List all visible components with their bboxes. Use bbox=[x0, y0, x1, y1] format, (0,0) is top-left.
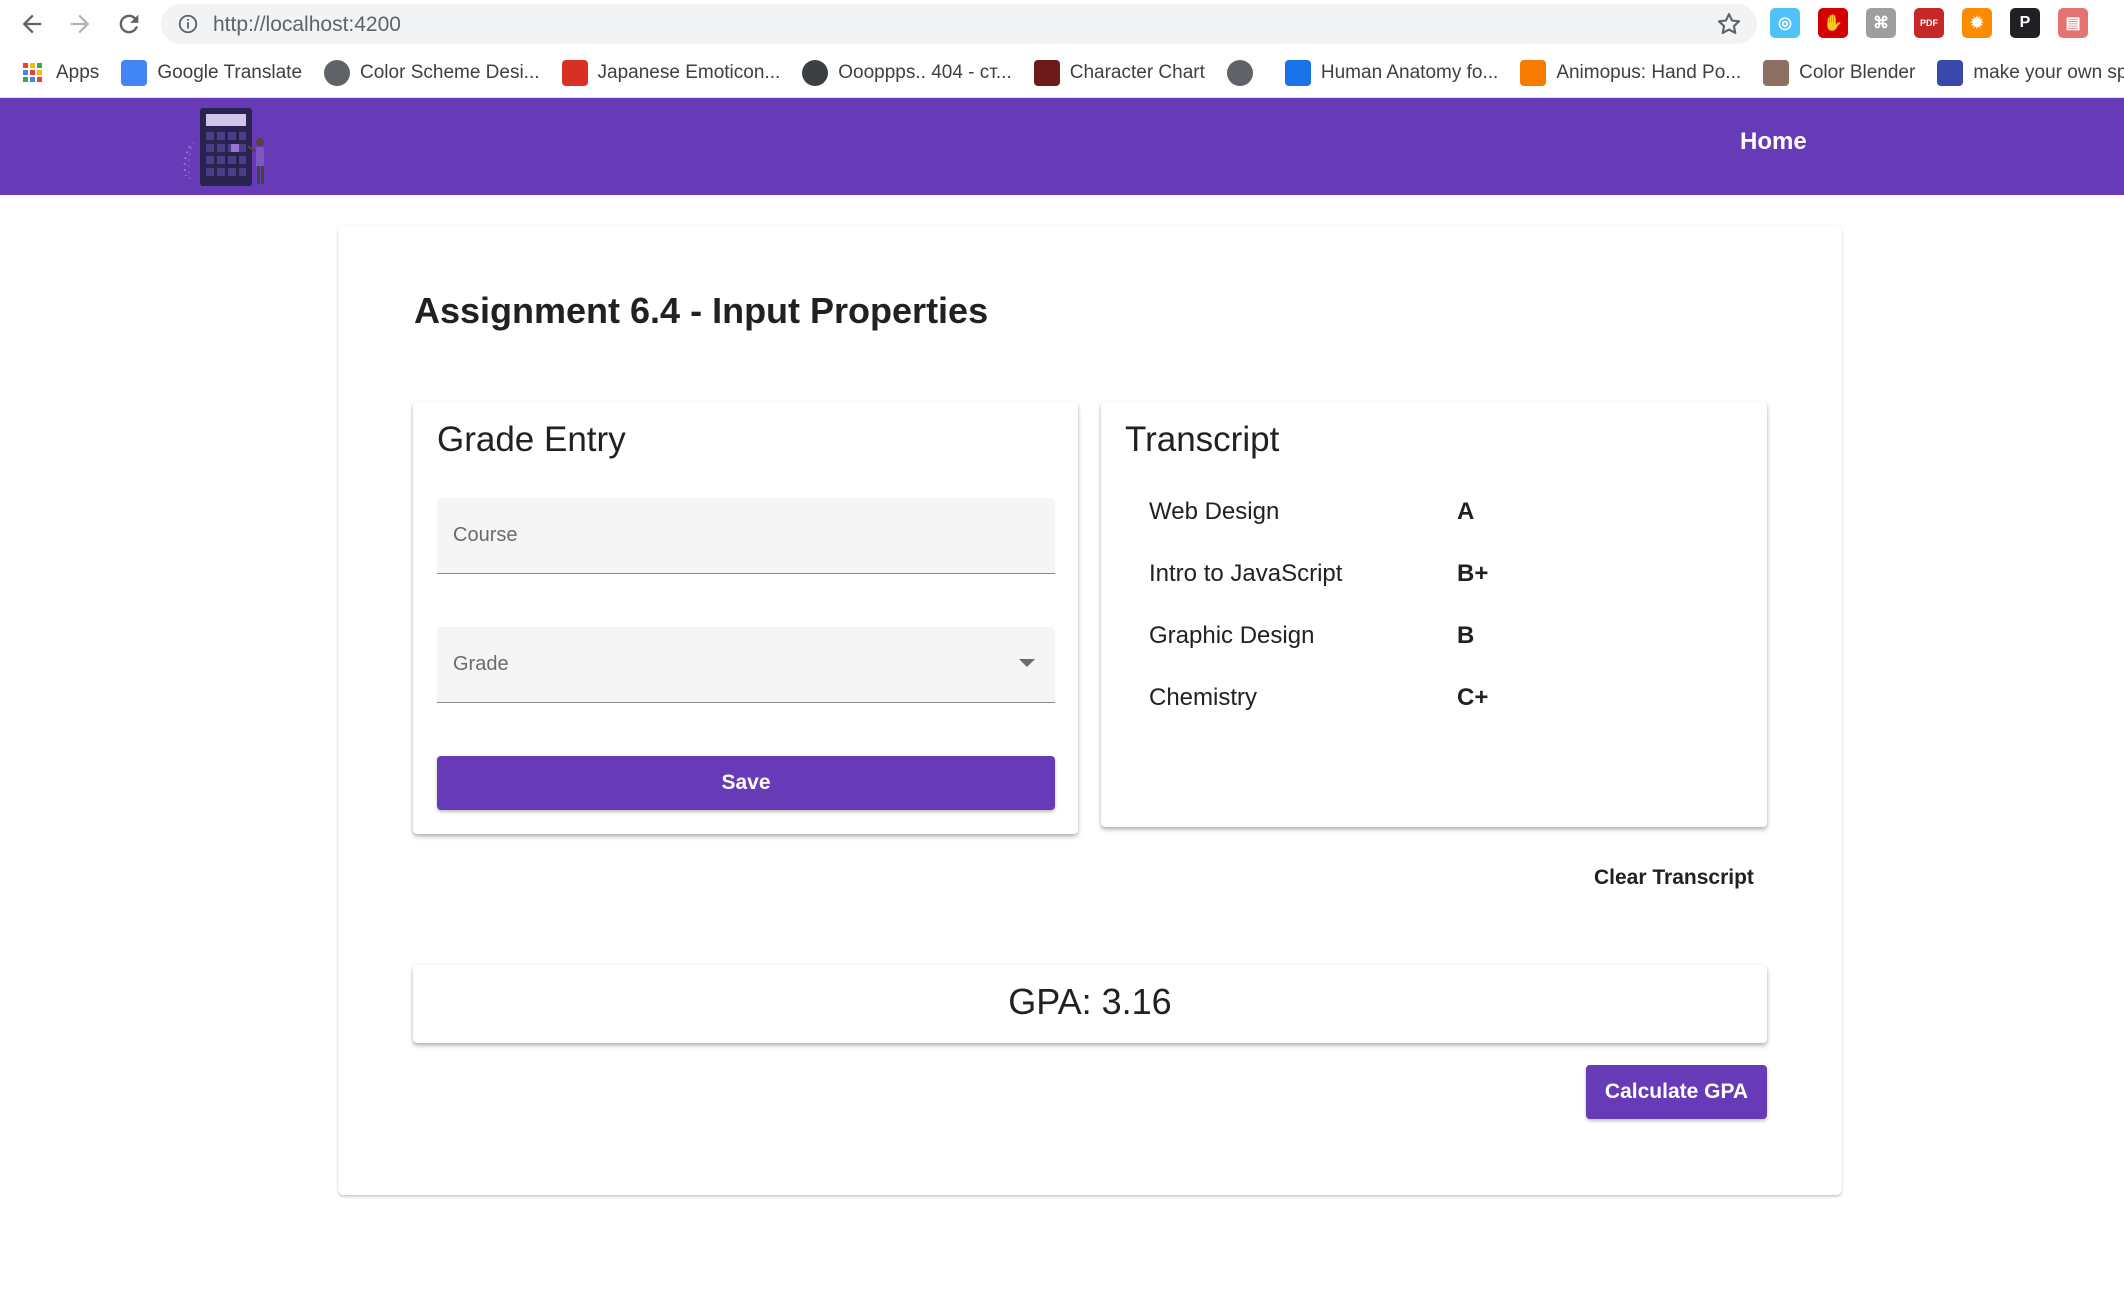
bookmark-item[interactable]: Color Scheme Desi... bbox=[324, 53, 540, 93]
blogger-icon bbox=[1520, 59, 1547, 86]
extension-p-icon[interactable]: P bbox=[2010, 8, 2040, 38]
info-icon[interactable] bbox=[177, 13, 199, 35]
pdf-icon[interactable]: PDF bbox=[1914, 8, 1944, 38]
transcript-title: Transcript bbox=[1125, 420, 1280, 459]
reload-icon bbox=[119, 14, 139, 34]
letter-e-icon bbox=[1033, 59, 1060, 86]
bookmark-label: Color Scheme Desi... bbox=[360, 61, 540, 83]
page-title: Assignment 6.4 - Input Properties bbox=[414, 290, 989, 331]
hat-icon bbox=[802, 59, 829, 86]
google-translate-icon bbox=[121, 59, 148, 86]
bookmark-label: Japanese Emoticon... bbox=[597, 61, 781, 83]
extensions-area: ◎ ✋ ⌘ PDF ✹ P ▤ bbox=[1770, 8, 2088, 38]
transcript-row: Intro to JavaScript B+ bbox=[1149, 560, 1709, 600]
grade-entry-title: Grade Entry bbox=[437, 420, 626, 459]
bookmark-item[interactable]: Oooppps.. 404 - ст... bbox=[802, 53, 1012, 93]
bookmark-star-icon[interactable] bbox=[1715, 10, 1743, 38]
save-button[interactable]: Save bbox=[437, 756, 1055, 810]
bookmarks-bar: Apps Google Translate Color Scheme Desi...… bbox=[0, 48, 2124, 98]
transcript-row: Chemistry C+ bbox=[1149, 684, 1709, 724]
url-text: http://localhost:4200 bbox=[213, 13, 401, 36]
transcript-grade: C+ bbox=[1457, 684, 1489, 711]
transcript-grade: A bbox=[1457, 498, 1475, 525]
app-toolbar: Home bbox=[0, 98, 2124, 195]
browser-toolbar: http://localhost:4200 ◎ ✋ ⌘ PDF ✹ P ▤ bbox=[0, 0, 2124, 48]
transcript-row: Graphic Design B bbox=[1149, 622, 1709, 662]
apps-grid-icon bbox=[20, 60, 46, 86]
transcript-grade: B+ bbox=[1457, 560, 1489, 587]
japanese-emoticon-icon bbox=[561, 59, 588, 86]
bookmark-item[interactable]: Apps bbox=[20, 53, 99, 93]
dropdown-arrow-icon bbox=[1019, 659, 1035, 667]
forward-arrow-icon bbox=[70, 14, 90, 34]
bookmark-label: Google Translate bbox=[157, 61, 303, 83]
bookmark-label: Color Blender bbox=[1799, 61, 1916, 83]
transcript-row: Web Design A bbox=[1149, 498, 1709, 538]
bookmark-item[interactable]: Character Chart bbox=[1033, 53, 1205, 93]
bookmark-item[interactable]: Japanese Emoticon... bbox=[561, 53, 781, 93]
nav-home-link[interactable]: Home bbox=[1740, 128, 1807, 156]
calculator-logo-icon[interactable] bbox=[176, 102, 281, 190]
extension-d-icon[interactable]: ▤ bbox=[2058, 8, 2088, 38]
grade-select[interactable]: Grade bbox=[437, 627, 1055, 703]
clear-transcript-button[interactable]: Clear Transcript bbox=[1580, 862, 1768, 894]
extension-b-icon[interactable]: ⌘ bbox=[1866, 8, 1896, 38]
bookmark-item[interactable] bbox=[1226, 53, 1263, 93]
bookmark-label: Human Anatomy fo... bbox=[1320, 61, 1499, 83]
color-scheme-icon bbox=[324, 59, 351, 86]
bookmark-label: Apps bbox=[56, 61, 100, 83]
calculate-gpa-button[interactable]: Calculate GPA bbox=[1586, 1065, 1767, 1119]
transcript-course: Graphic Design bbox=[1149, 622, 1315, 649]
globe-icon bbox=[1226, 59, 1253, 86]
transcript-course: Chemistry bbox=[1149, 684, 1258, 711]
bookmark-label: Oooppps.. 404 - ст... bbox=[838, 61, 1012, 83]
bookmark-item[interactable]: Google Translate bbox=[121, 53, 302, 93]
extension-c-icon[interactable]: ✹ bbox=[1962, 8, 1992, 38]
bookmark-item[interactable]: Human Anatomy fo... bbox=[1284, 53, 1499, 93]
bookmark-label: make your own spe... bbox=[1973, 61, 2124, 83]
wi-icon bbox=[1937, 59, 1964, 86]
grade-entry-card: Grade Entry Course Grade Save bbox=[413, 402, 1078, 834]
letter-h-icon bbox=[1284, 59, 1311, 86]
transcript-grade: B bbox=[1457, 622, 1475, 649]
back-arrow-icon bbox=[22, 14, 42, 34]
reload-button[interactable] bbox=[111, 6, 147, 42]
bookmark-label: Animopus: Hand Po... bbox=[1556, 61, 1742, 83]
bookmark-label: Character Chart bbox=[1069, 61, 1205, 83]
adblock-icon[interactable]: ✋ bbox=[1818, 8, 1848, 38]
gpa-value: GPA: 3.16 bbox=[1008, 981, 1172, 1022]
extension-a-icon[interactable]: ◎ bbox=[1770, 8, 1800, 38]
transcript-course: Web Design bbox=[1149, 498, 1280, 525]
color-blender-icon bbox=[1763, 59, 1790, 86]
grade-placeholder: Grade bbox=[453, 653, 509, 675]
transcript-course: Intro to JavaScript bbox=[1149, 560, 1343, 587]
forward-button[interactable] bbox=[62, 6, 98, 42]
bookmark-item[interactable]: make your own spe... bbox=[1937, 53, 2124, 93]
gpa-card: GPA: 3.16 bbox=[413, 965, 1767, 1043]
course-input[interactable]: Course bbox=[437, 498, 1055, 574]
course-placeholder: Course bbox=[453, 524, 518, 546]
transcript-card: Transcript Web Design A Intro to JavaScr… bbox=[1101, 402, 1767, 827]
address-bar[interactable]: http://localhost:4200 bbox=[161, 4, 1757, 44]
bookmark-item[interactable]: Color Blender bbox=[1763, 53, 1915, 93]
bookmark-item[interactable]: Animopus: Hand Po... bbox=[1520, 53, 1741, 93]
back-button[interactable] bbox=[14, 6, 50, 42]
